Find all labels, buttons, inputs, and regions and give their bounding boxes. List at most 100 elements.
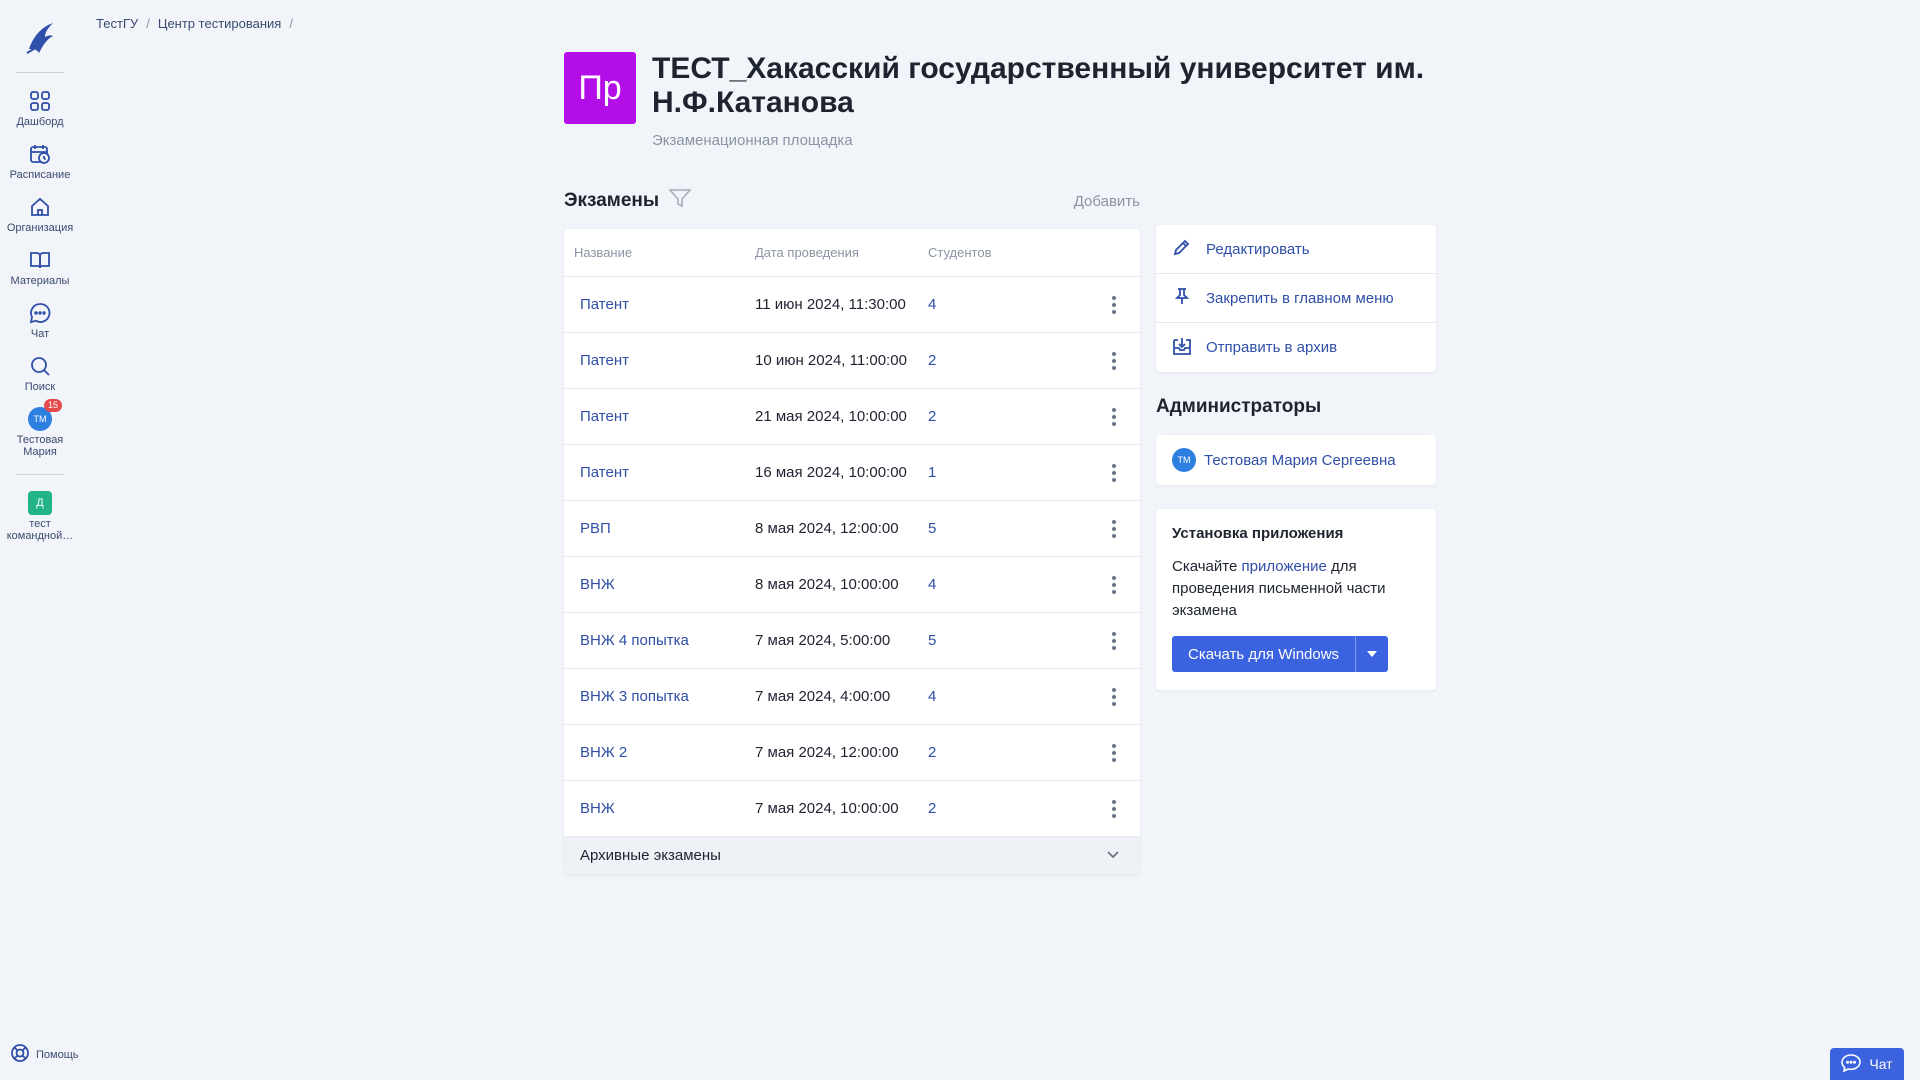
chat-widget-button[interactable]: Чат — [1830, 1048, 1904, 1080]
sidebar-divider — [16, 474, 64, 475]
table-body: Патент 11 июн 2024, 11:30:00 4 Патент 10 июн… — [564, 277, 1140, 837]
sidebar-item-chat[interactable]: Чат — [0, 301, 80, 340]
column-header-date: Дата проведения — [755, 245, 859, 260]
table-row[interactable]: ВНЖ 3 попытка 7 мая 2024, 4:00:00 4 — [564, 669, 1140, 725]
grid-icon — [28, 89, 52, 113]
table-row[interactable]: Патент 10 июн 2024, 11:00:00 2 — [564, 333, 1140, 389]
table-row[interactable]: ВНЖ 7 мая 2024, 10:00:00 2 — [564, 781, 1140, 837]
kebab-menu-icon — [1112, 519, 1116, 538]
exam-students-link[interactable]: 4 — [928, 688, 1088, 705]
search-icon — [28, 354, 52, 378]
exams-table: Название Дата проведения Студентов Патен… — [564, 229, 1140, 874]
exam-students-link[interactable]: 5 — [928, 632, 1088, 649]
filter-icon[interactable] — [668, 188, 692, 214]
table-row[interactable]: Патент 16 мая 2024, 10:00:00 1 — [564, 445, 1140, 501]
archived-exams-toggle[interactable]: Архивные экзамены — [564, 837, 1140, 874]
breadcrumb-separator: / — [146, 16, 150, 31]
kebab-menu-icon — [1112, 687, 1116, 706]
row-menu-button[interactable] — [1088, 687, 1140, 706]
install-app-card: Установка приложения Скачайте приложение… — [1156, 509, 1436, 690]
calendar-clock-icon — [28, 142, 52, 166]
help-link[interactable]: Помощь — [10, 1043, 79, 1066]
sidebar-item-team[interactable]: Д тест командной… — [0, 491, 80, 542]
exam-name-link[interactable]: ВНЖ 2 — [564, 744, 755, 761]
app-logo[interactable] — [22, 18, 58, 58]
row-menu-button[interactable] — [1088, 743, 1140, 762]
kebab-menu-icon — [1112, 631, 1116, 650]
sidebar-item-materials[interactable]: Материалы — [0, 248, 80, 287]
archived-exams-label: Архивные экзамены — [580, 847, 721, 864]
exam-students-link[interactable]: 2 — [928, 800, 1088, 817]
avatar: ТМ — [1172, 448, 1196, 472]
sidebar-item-profile[interactable]: ТМ 15 Тестовая Мария — [0, 399, 80, 458]
exam-name-link[interactable]: ВНЖ 3 попытка — [564, 688, 755, 705]
sidebar-item-organization[interactable]: Организация — [0, 195, 80, 234]
row-menu-button[interactable] — [1088, 575, 1140, 594]
exam-students-link[interactable]: 2 — [928, 408, 1088, 425]
column-header-students: Студентов — [928, 245, 992, 260]
sidebar-item-label: Организация — [6, 222, 74, 234]
table-row[interactable]: РВП 8 мая 2024, 12:00:00 5 — [564, 501, 1140, 557]
sidebar-item-label: Поиск — [24, 381, 56, 393]
admin-name: Тестовая Мария Сергеевна — [1204, 451, 1396, 469]
avatar-initials: ТМ — [33, 414, 47, 424]
sidebar-item-label: тест командной… — [6, 518, 74, 542]
install-text-before: Скачайте — [1172, 558, 1242, 575]
kebab-menu-icon — [1112, 463, 1116, 482]
breadcrumb-item[interactable]: ТестГУ — [96, 16, 138, 31]
row-menu-button[interactable] — [1088, 519, 1140, 538]
exam-students-link[interactable]: 4 — [928, 296, 1088, 313]
row-menu-button[interactable] — [1088, 631, 1140, 650]
exam-name-link[interactable]: ВНЖ — [564, 800, 755, 817]
table-row[interactable]: Патент 11 июн 2024, 11:30:00 4 — [564, 277, 1140, 333]
page-subtitle: Экзаменационная площадка — [652, 132, 853, 149]
row-menu-button[interactable] — [1088, 407, 1140, 426]
sidebar-item-schedule[interactable]: Расписание — [0, 142, 80, 181]
sidebar-item-label: Тестовая Мария — [16, 434, 64, 458]
sidebar-item-dashboard[interactable]: Дашборд — [0, 89, 80, 128]
table-row[interactable]: ВНЖ 8 мая 2024, 10:00:00 4 — [564, 557, 1140, 613]
exam-name-link[interactable]: ВНЖ 4 попытка — [564, 632, 755, 649]
exam-name-link[interactable]: Патент — [564, 296, 755, 313]
exam-date: 8 мая 2024, 12:00:00 — [755, 520, 899, 537]
row-menu-button[interactable] — [1088, 799, 1140, 818]
download-options-dropdown[interactable] — [1355, 636, 1389, 672]
row-menu-button[interactable] — [1088, 295, 1140, 314]
exam-date: 7 мая 2024, 5:00:00 — [755, 632, 891, 649]
row-menu-button[interactable] — [1088, 351, 1140, 370]
table-row[interactable]: Патент 21 мая 2024, 10:00:00 2 — [564, 389, 1140, 445]
pin-button[interactable]: Закрепить в главном меню — [1156, 274, 1436, 323]
exam-date: 10 июн 2024, 11:00:00 — [755, 352, 907, 369]
page-title: ТЕСТ_Хакасский государственный университ… — [652, 52, 1425, 119]
admin-item[interactable]: ТМ Тестовая Мария Сергеевна — [1156, 435, 1436, 485]
exam-students-link[interactable]: 5 — [928, 520, 1088, 537]
sidebar-item-search[interactable]: Поиск — [0, 354, 80, 393]
exam-students-link[interactable]: 2 — [928, 744, 1088, 761]
download-windows-button[interactable]: Скачать для Windows — [1172, 636, 1356, 672]
exam-name-link[interactable]: Патент — [564, 464, 755, 481]
edit-button[interactable]: Редактировать — [1156, 225, 1436, 274]
chevron-down-icon — [1106, 847, 1120, 864]
table-row[interactable]: ВНЖ 4 попытка 7 мая 2024, 5:00:00 5 — [564, 613, 1140, 669]
team-avatar: Д — [28, 491, 52, 515]
exam-name-link[interactable]: РВП — [564, 520, 755, 537]
exam-name-link[interactable]: Патент — [564, 408, 755, 425]
exam-name-link[interactable]: Патент — [564, 352, 755, 369]
sidebar-item-label: Дашборд — [16, 116, 64, 128]
breadcrumb-item[interactable]: Центр тестирования — [158, 16, 282, 31]
sidebar-item-label: Расписание — [9, 169, 71, 181]
exam-students-link[interactable]: 1 — [928, 464, 1088, 481]
table-row[interactable]: ВНЖ 27 мая 2024, 12:00:00 2 — [564, 725, 1140, 781]
book-icon — [28, 248, 52, 272]
archive-button[interactable]: Отправить в архив — [1156, 323, 1436, 372]
exam-students-link[interactable]: 2 — [928, 352, 1088, 369]
app-link[interactable]: приложение — [1242, 558, 1327, 575]
breadcrumb-separator: / — [289, 16, 293, 31]
add-exam-button[interactable]: Добавить — [1074, 193, 1140, 210]
kebab-menu-icon — [1112, 575, 1116, 594]
exam-name-link[interactable]: ВНЖ — [564, 576, 755, 593]
exams-title: Экзамены — [564, 190, 660, 211]
exam-students-link[interactable]: 4 — [928, 576, 1088, 593]
sidebar-item-label: Материалы — [10, 275, 70, 287]
row-menu-button[interactable] — [1088, 463, 1140, 482]
